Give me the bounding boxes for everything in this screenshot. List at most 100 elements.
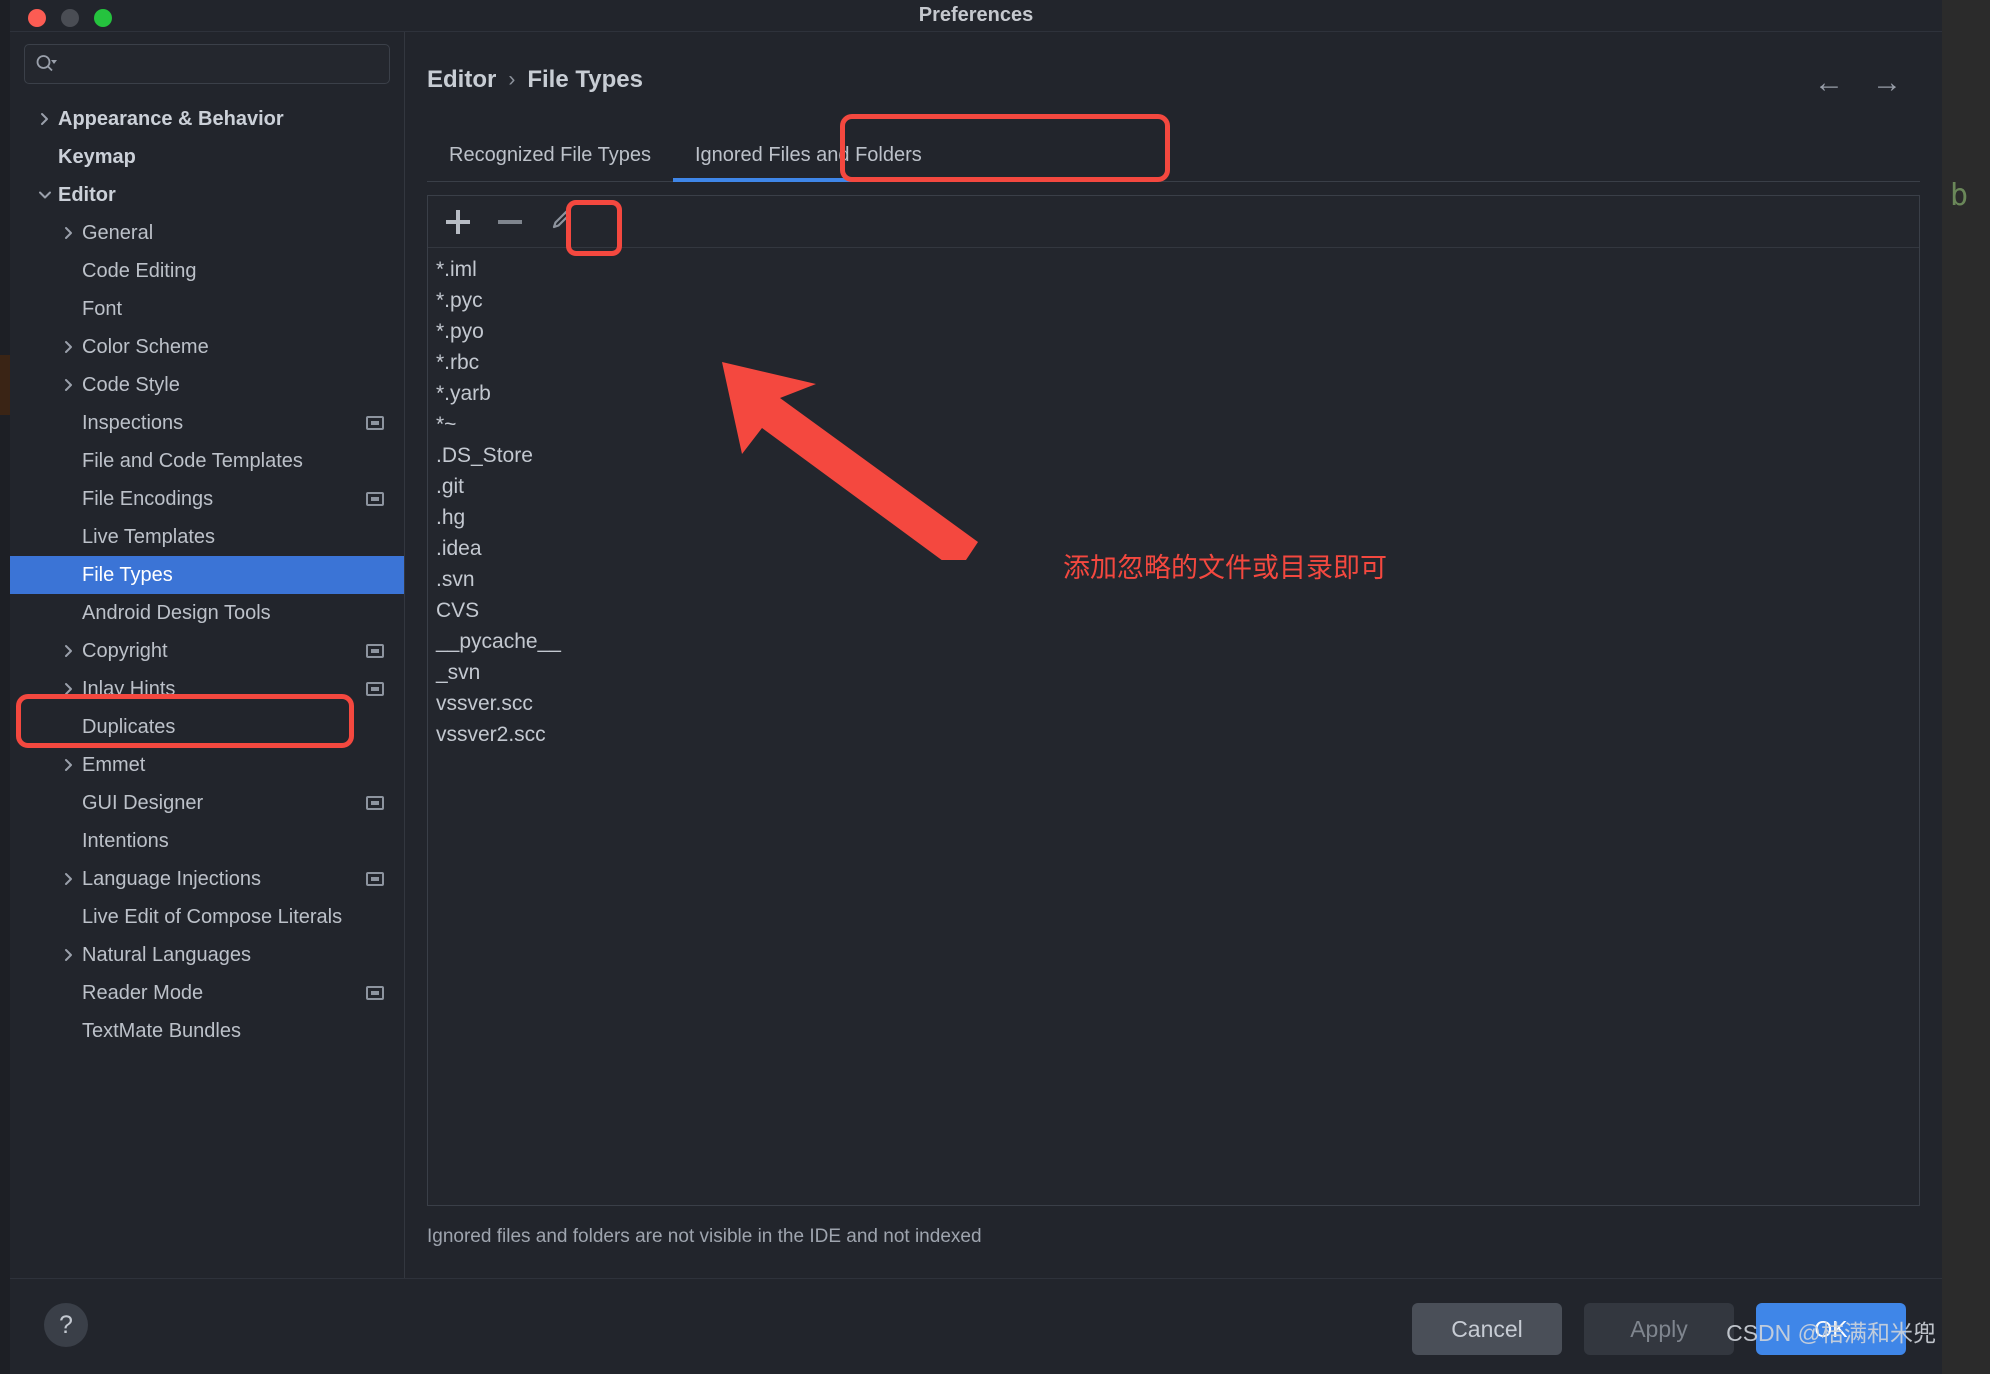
sidebar-item-label: Duplicates [82, 715, 176, 738]
breadcrumb: Editor › File Types [427, 66, 643, 94]
sidebar-item-file-types[interactable]: File Types [10, 556, 404, 594]
cancel-button[interactable]: Cancel [1412, 1303, 1562, 1355]
chevron-right-icon [56, 872, 82, 886]
chevron-right-icon [56, 948, 82, 962]
sidebar-item-label: Android Design Tools [82, 601, 271, 624]
sidebar-item-textmate-bundles[interactable]: TextMate Bundles [10, 1012, 404, 1050]
search-icon [35, 54, 57, 74]
tab-ignored-files-and-folders[interactable]: Ignored Files and Folders [672, 144, 944, 182]
sidebar-item-inlay-hints[interactable]: Inlay Hints [10, 670, 404, 708]
ok-button[interactable]: OK [1756, 1303, 1906, 1355]
sidebar-item-label: GUI Designer [82, 791, 204, 814]
chevron-right-icon [56, 340, 82, 354]
sidebar-item-file-and-code-templates[interactable]: File and Code Templates [10, 442, 404, 480]
tab-bar: Recognized File Types Ignored Files and F… [427, 130, 1920, 182]
project-scope-icon [366, 872, 384, 886]
sidebar-item-reader-mode[interactable]: Reader Mode [10, 974, 404, 1012]
titlebar: Preferences [10, 0, 1942, 32]
list-item[interactable]: *.yarb [430, 378, 1919, 409]
sidebar-item-label: Inspections [82, 411, 184, 434]
list-item[interactable]: __pycache__ [430, 626, 1919, 657]
list-toolbar [428, 196, 1919, 248]
window-title: Preferences [918, 4, 1034, 26]
chevron-right-icon [56, 644, 82, 658]
sidebar-item-natural-languages[interactable]: Natural Languages [10, 936, 404, 974]
background-editor-left [0, 0, 10, 1374]
sidebar-item-keymap[interactable]: Keymap [10, 138, 404, 176]
sidebar-item-label: Live Templates [82, 525, 216, 548]
sidebar-item-gui-designer[interactable]: GUI Designer [10, 784, 404, 822]
sidebar-item-code-editing[interactable]: Code Editing [10, 252, 404, 290]
sidebar-item-color-scheme[interactable]: Color Scheme [10, 328, 404, 366]
main-content: Editor › File Types ← → Recognized File … [405, 32, 1942, 1278]
preferences-window: Preferences Appearance & Behavior Keymap… [10, 0, 1942, 1374]
chevron-right-icon [56, 682, 82, 696]
sidebar-item-label: Keymap [58, 145, 136, 168]
tab-recognized-file-types[interactable]: Recognized File Types [427, 144, 673, 181]
search-input[interactable] [63, 53, 379, 75]
project-scope-icon [366, 492, 384, 506]
sidebar-item-label: Copyright [82, 639, 168, 662]
list-item[interactable]: .hg [430, 502, 1919, 533]
add-entry-button[interactable] [436, 201, 480, 243]
forward-arrow-icon[interactable]: → [1872, 68, 1902, 98]
project-scope-icon [366, 796, 384, 810]
breadcrumb-current: File Types [527, 66, 643, 93]
chevron-right-icon [56, 378, 82, 392]
sidebar-item-language-injections[interactable]: Language Injections [10, 860, 404, 898]
sidebar-item-copyright[interactable]: Copyright [10, 632, 404, 670]
sidebar-item-general[interactable]: General [10, 214, 404, 252]
list-item[interactable]: vssver.scc [430, 688, 1919, 719]
ignored-files-list[interactable]: *.iml *.pyc *.pyo *.rbc *.yarb *~ .DS_Store .gi… [428, 248, 1919, 750]
remove-entry-button[interactable] [488, 201, 532, 243]
apply-button[interactable]: Apply [1584, 1303, 1734, 1355]
sidebar-item-label: Natural Languages [82, 943, 252, 966]
sidebar-item-label: Font [82, 297, 123, 320]
list-item[interactable]: .git [430, 471, 1919, 502]
sidebar-item-editor[interactable]: Editor [10, 176, 404, 214]
sidebar-item-code-style[interactable]: Code Style [10, 366, 404, 404]
list-item[interactable]: *.iml [430, 254, 1919, 285]
sidebar-item-intentions[interactable]: Intentions [10, 822, 404, 860]
sidebar-item-label: Inlay Hints [82, 677, 176, 700]
list-item[interactable]: *.pyc [430, 285, 1919, 316]
sidebar-item-label: Appearance & Behavior [58, 107, 284, 130]
settings-sidebar: Appearance & Behavior Keymap Editor General… [10, 32, 405, 1278]
back-arrow-icon[interactable]: ← [1814, 68, 1844, 98]
background-marker [0, 355, 10, 415]
screen-root: b Preferences Appearance & Behavior Keym… [0, 0, 1990, 1374]
list-item[interactable]: _svn [430, 657, 1919, 688]
sidebar-item-label: Language Injections [82, 867, 262, 890]
sidebar-item-live-edit-of-compose-literals[interactable]: Live Edit of Compose Literals [10, 898, 404, 936]
settings-tree: Appearance & Behavior Keymap Editor General… [10, 100, 404, 1050]
sidebar-item-label: File and Code Templates [82, 449, 303, 472]
sidebar-item-duplicates[interactable]: Duplicates [10, 708, 404, 746]
list-item[interactable]: *.pyo [430, 316, 1919, 347]
search-box[interactable] [24, 44, 390, 84]
chevron-right-icon [32, 112, 58, 126]
sidebar-item-font[interactable]: Font [10, 290, 404, 328]
sidebar-item-inspections[interactable]: Inspections [10, 404, 404, 442]
panel-hint-text: Ignored files and folders are not visibl… [427, 1226, 982, 1247]
sidebar-item-label: File Types [82, 563, 173, 586]
help-button[interactable]: ? [44, 1303, 88, 1347]
edit-entry-button[interactable] [540, 201, 584, 243]
navigation-arrows: ← → [1814, 68, 1902, 98]
sidebar-item-label: Emmet [82, 753, 146, 776]
sidebar-item-android-design-tools[interactable]: Android Design Tools [10, 594, 404, 632]
sidebar-item-label: Color Scheme [82, 335, 209, 358]
list-item[interactable]: CVS [430, 595, 1919, 626]
list-item[interactable]: *~ [430, 409, 1919, 440]
breadcrumb-parent[interactable]: Editor [427, 66, 496, 94]
list-item[interactable]: vssver2.scc [430, 719, 1919, 750]
list-item[interactable]: .DS_Store [430, 440, 1919, 471]
sidebar-item-emmet[interactable]: Emmet [10, 746, 404, 784]
plus-icon [446, 209, 470, 234]
project-scope-icon [366, 644, 384, 658]
list-item[interactable]: *.rbc [430, 347, 1919, 378]
sidebar-item-file-encodings[interactable]: File Encodings [10, 480, 404, 518]
sidebar-item-label: Reader Mode [82, 981, 204, 1004]
sidebar-item-appearance-behavior[interactable]: Appearance & Behavior [10, 100, 404, 138]
chevron-right-icon [56, 758, 82, 772]
sidebar-item-live-templates[interactable]: Live Templates [10, 518, 404, 556]
